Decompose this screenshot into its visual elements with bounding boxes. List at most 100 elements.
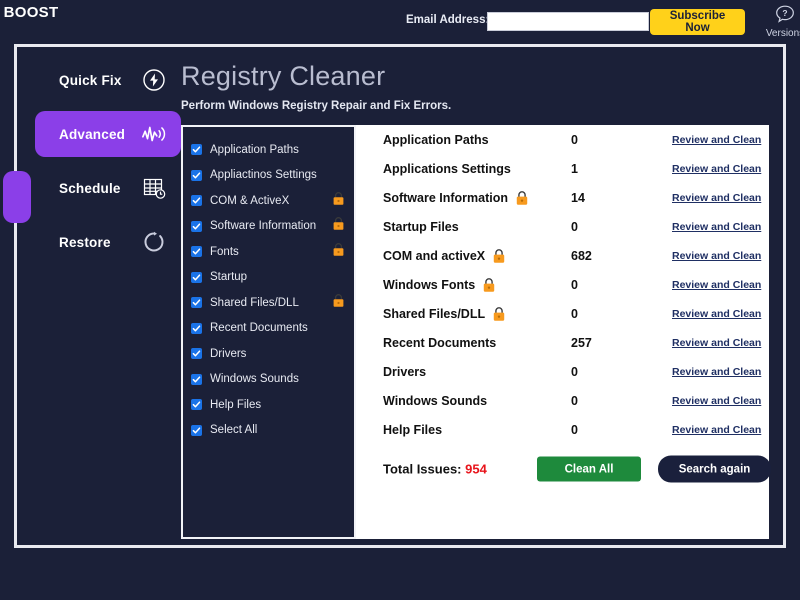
checkbox-checked-icon[interactable] bbox=[191, 195, 202, 207]
scan-option-row[interactable]: Windows Sounds bbox=[183, 367, 354, 393]
svg-text:?: ? bbox=[782, 8, 787, 18]
review-and-clean-link[interactable]: Review and Clean bbox=[672, 395, 761, 407]
scan-option-row[interactable]: Fonts bbox=[183, 239, 354, 265]
result-name: Startup Files bbox=[383, 220, 459, 234]
scan-option-row[interactable]: Startup bbox=[183, 265, 354, 291]
email-label: Email Address: bbox=[406, 14, 490, 26]
scan-option-row[interactable]: Select All bbox=[183, 418, 354, 444]
review-and-clean-link[interactable]: Review and Clean bbox=[672, 424, 761, 436]
pulse-wave-icon bbox=[141, 121, 167, 147]
scan-options-panel: Application Paths Appliactinos Settings CO… bbox=[181, 125, 356, 539]
checkbox-checked-icon[interactable] bbox=[191, 373, 202, 385]
search-again-button[interactable]: Search again bbox=[658, 455, 771, 483]
checkbox-checked-icon[interactable] bbox=[191, 144, 202, 156]
subscribe-now-button[interactable]: Subscribe Now bbox=[650, 9, 745, 35]
scan-option-label: Shared Files/DLL bbox=[210, 296, 299, 309]
lock-icon bbox=[332, 191, 345, 211]
checkbox-checked-icon[interactable] bbox=[191, 322, 202, 334]
sidebar-item-advanced[interactable]: Advanced bbox=[35, 111, 181, 157]
checkbox-checked-icon[interactable] bbox=[191, 246, 202, 258]
total-issues-count: 954 bbox=[465, 461, 487, 477]
result-name-text: Applications Settings bbox=[383, 161, 511, 176]
page-title: Registry Cleaner bbox=[181, 61, 386, 91]
lock-icon bbox=[492, 248, 506, 264]
result-count: 0 bbox=[571, 393, 578, 408]
scan-option-row[interactable]: Application Paths bbox=[183, 137, 354, 163]
versions-label: Versions bbox=[765, 28, 800, 39]
results-panel: Application Paths 0 Review and Clean Applic… bbox=[356, 125, 771, 539]
sidebar-item-quick-fix[interactable]: Quick Fix bbox=[35, 57, 181, 103]
result-name-text: Help Files bbox=[383, 422, 443, 437]
result-count: 0 bbox=[571, 306, 578, 321]
result-name: Software Information bbox=[383, 190, 529, 206]
scan-option-row[interactable]: COM & ActiveX bbox=[183, 188, 354, 214]
sidebar-item-label: Schedule bbox=[59, 180, 121, 196]
result-name-text: Drivers bbox=[383, 364, 427, 379]
question-bubble-icon: ? bbox=[774, 5, 796, 29]
lock-icon bbox=[492, 306, 506, 322]
checkbox-checked-icon[interactable] bbox=[191, 348, 202, 360]
scan-option-row[interactable]: Software Information bbox=[183, 214, 354, 240]
review-and-clean-link[interactable]: Review and Clean bbox=[672, 337, 761, 349]
scan-option-row[interactable]: Help Files bbox=[183, 392, 354, 418]
versions-button[interactable]: ? Versions bbox=[762, 4, 800, 39]
result-row: Help Files 0 Review and Clean bbox=[356, 415, 769, 444]
sidebar-item-label: Restore bbox=[59, 234, 111, 250]
result-name: Applications Settings bbox=[383, 162, 511, 176]
scan-option-row[interactable]: Appliactinos Settings bbox=[183, 163, 354, 189]
lock-icon bbox=[482, 277, 496, 293]
review-and-clean-link[interactable]: Review and Clean bbox=[672, 192, 761, 204]
app-logo: C BOOST bbox=[0, 4, 59, 21]
lock-icon bbox=[332, 216, 345, 236]
review-and-clean-link[interactable]: Review and Clean bbox=[672, 163, 761, 175]
sidebar-item-label: Advanced bbox=[59, 126, 126, 142]
checkbox-checked-icon[interactable] bbox=[191, 220, 202, 232]
checkbox-checked-icon[interactable] bbox=[191, 424, 202, 436]
result-row: Windows Sounds 0 Review and Clean bbox=[356, 386, 769, 415]
result-count: 0 bbox=[571, 219, 578, 234]
lock-icon bbox=[515, 190, 529, 206]
result-row: COM and activeX 682 Review and Clean bbox=[356, 241, 769, 270]
scan-option-row[interactable]: Recent Documents bbox=[183, 316, 354, 342]
totals-row: Total Issues: 954 Clean All Search again bbox=[356, 450, 771, 488]
lock-icon bbox=[332, 293, 345, 313]
scan-option-row[interactable]: Shared Files/DLL bbox=[183, 290, 354, 316]
result-name: Recent Documents bbox=[383, 336, 496, 350]
checkbox-checked-icon[interactable] bbox=[191, 271, 202, 283]
result-row: Software Information 14 Review and Clean bbox=[356, 183, 769, 212]
scan-option-row[interactable]: Drivers bbox=[183, 341, 354, 367]
result-count: 0 bbox=[571, 422, 578, 437]
checkbox-checked-icon[interactable] bbox=[191, 297, 202, 309]
main-window: Quick Fix Advanced Schedule Restore Regi… bbox=[3, 44, 786, 548]
result-row: Applications Settings 1 Review and Clean bbox=[356, 154, 769, 183]
page-subtitle: Perform Windows Registry Repair and Fix … bbox=[181, 100, 452, 112]
review-and-clean-link[interactable]: Review and Clean bbox=[672, 366, 761, 378]
checkbox-checked-icon[interactable] bbox=[191, 399, 202, 411]
clean-all-button[interactable]: Clean All bbox=[537, 456, 641, 482]
result-count: 0 bbox=[571, 364, 578, 379]
scan-option-label: Application Paths bbox=[210, 143, 299, 156]
sidebar-item-restore[interactable]: Restore bbox=[35, 219, 181, 265]
result-row: Startup Files 0 Review and Clean bbox=[356, 212, 769, 241]
checkbox-checked-icon[interactable] bbox=[191, 169, 202, 181]
review-and-clean-link[interactable]: Review and Clean bbox=[672, 279, 761, 291]
result-name-text: Application Paths bbox=[383, 132, 489, 147]
result-count: 1 bbox=[571, 161, 578, 176]
result-name-text: Software Information bbox=[383, 190, 509, 205]
result-name: Help Files bbox=[383, 423, 442, 437]
sidebar-nav: Quick Fix Advanced Schedule Restore bbox=[35, 57, 181, 273]
result-row: Windows Fonts 0 Review and Clean bbox=[356, 270, 769, 299]
scan-option-label: Appliactinos Settings bbox=[210, 169, 317, 182]
review-and-clean-link[interactable]: Review and Clean bbox=[672, 134, 761, 146]
review-and-clean-link[interactable]: Review and Clean bbox=[672, 308, 761, 320]
result-name-text: Windows Sounds bbox=[383, 393, 488, 408]
sidebar-item-label: Quick Fix bbox=[59, 72, 122, 88]
review-and-clean-link[interactable]: Review and Clean bbox=[672, 250, 761, 262]
result-row: Application Paths 0 Review and Clean bbox=[356, 125, 769, 154]
sidebar-item-schedule[interactable]: Schedule bbox=[35, 165, 181, 211]
result-name: Windows Fonts bbox=[383, 277, 496, 293]
review-and-clean-link[interactable]: Review and Clean bbox=[672, 221, 761, 233]
total-issues-text: Total Issues: bbox=[383, 461, 462, 477]
content-area: Application Paths Appliactinos Settings CO… bbox=[181, 125, 771, 539]
email-input[interactable] bbox=[487, 12, 649, 31]
